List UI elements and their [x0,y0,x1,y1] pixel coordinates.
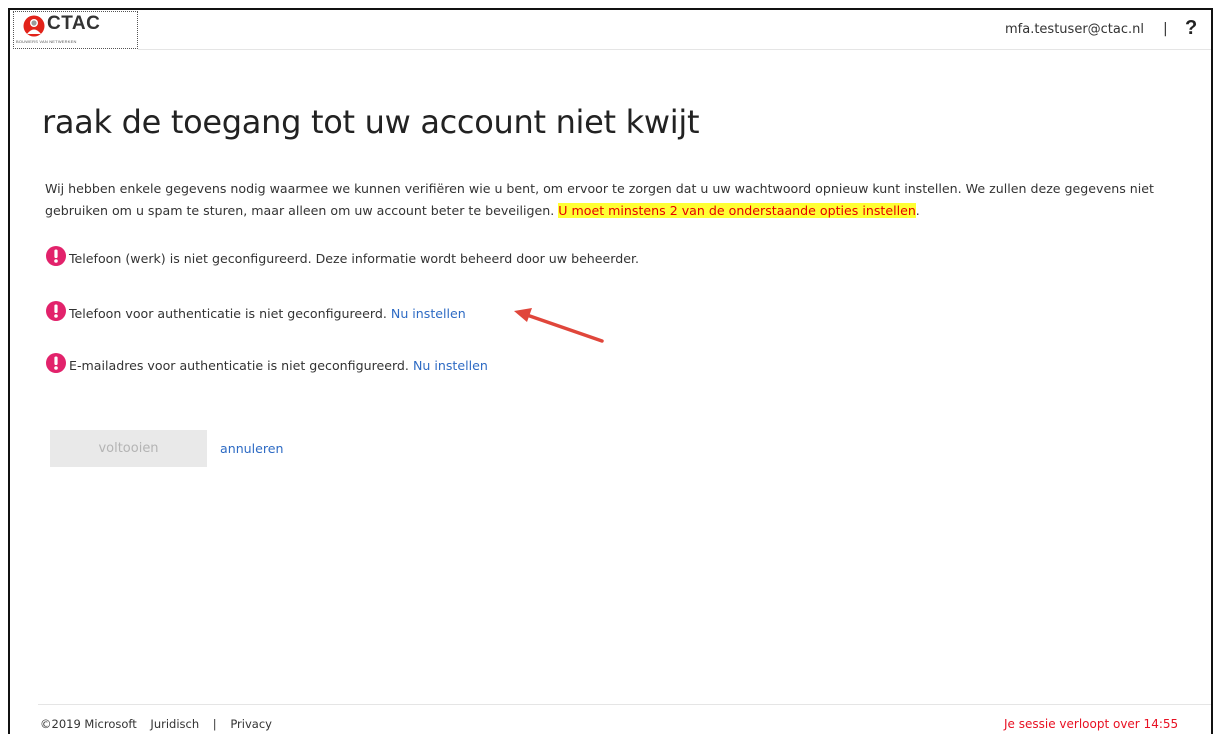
red-arrow-icon [514,308,604,343]
copyright: ©2019 Microsoft [40,717,137,731]
cancel-link[interactable]: annuleren [220,441,284,456]
status-text: Telefoon voor authenticatie is niet geco… [69,306,387,321]
footer-separator: | [212,717,217,731]
privacy-link[interactable]: Privacy [230,717,272,731]
exclamation-circle-icon [46,246,66,266]
footer-links: ©2019 Microsoft Juridisch | Privacy [40,717,282,731]
setup-auth-email-link[interactable]: Nu instellen [413,358,488,373]
legal-link[interactable]: Juridisch [150,717,199,731]
user-email: mfa.testuser@ctac.nl [1005,22,1145,37]
header-separator: | [1163,21,1168,37]
intro-paragraph: Wij hebben enkele gegevens nodig waarmee… [45,178,1175,222]
footer-divider [38,704,1211,705]
page-title: raak de toegang tot uw account niet kwij… [42,103,700,141]
ctac-logo: CTAC BOUWERS VAN NETWERKEN [13,11,138,49]
logo-text: CTAC [47,13,101,34]
session-timer: Je sessie verloopt over 14:55 [1004,717,1179,731]
intro-period: . [915,203,920,218]
status-item-auth-email: E-mailadres voor authenticatie is niet g… [45,352,488,374]
status-item-work-phone: Telefoon (werk) is niet geconfigureerd. … [45,245,639,267]
question-mark-icon[interactable]: ? [1185,17,1197,40]
logo-tagline: BOUWERS VAN NETWERKEN [16,39,77,44]
finish-button[interactable]: voltooien [50,430,207,467]
status-item-auth-phone: Telefoon voor authenticatie is niet geco… [45,300,466,322]
header-divider [138,49,1211,50]
requirement-highlight: U moet minstens 2 van de onderstaande op… [558,203,916,218]
exclamation-circle-icon [46,353,66,373]
status-text: E-mailadres voor authenticatie is niet g… [69,358,409,373]
status-text: Telefoon (werk) is niet geconfigureerd. … [69,251,640,266]
exclamation-circle-icon [46,301,66,321]
setup-auth-phone-link[interactable]: Nu instellen [391,306,466,321]
ctac-logo-icon [23,15,45,37]
